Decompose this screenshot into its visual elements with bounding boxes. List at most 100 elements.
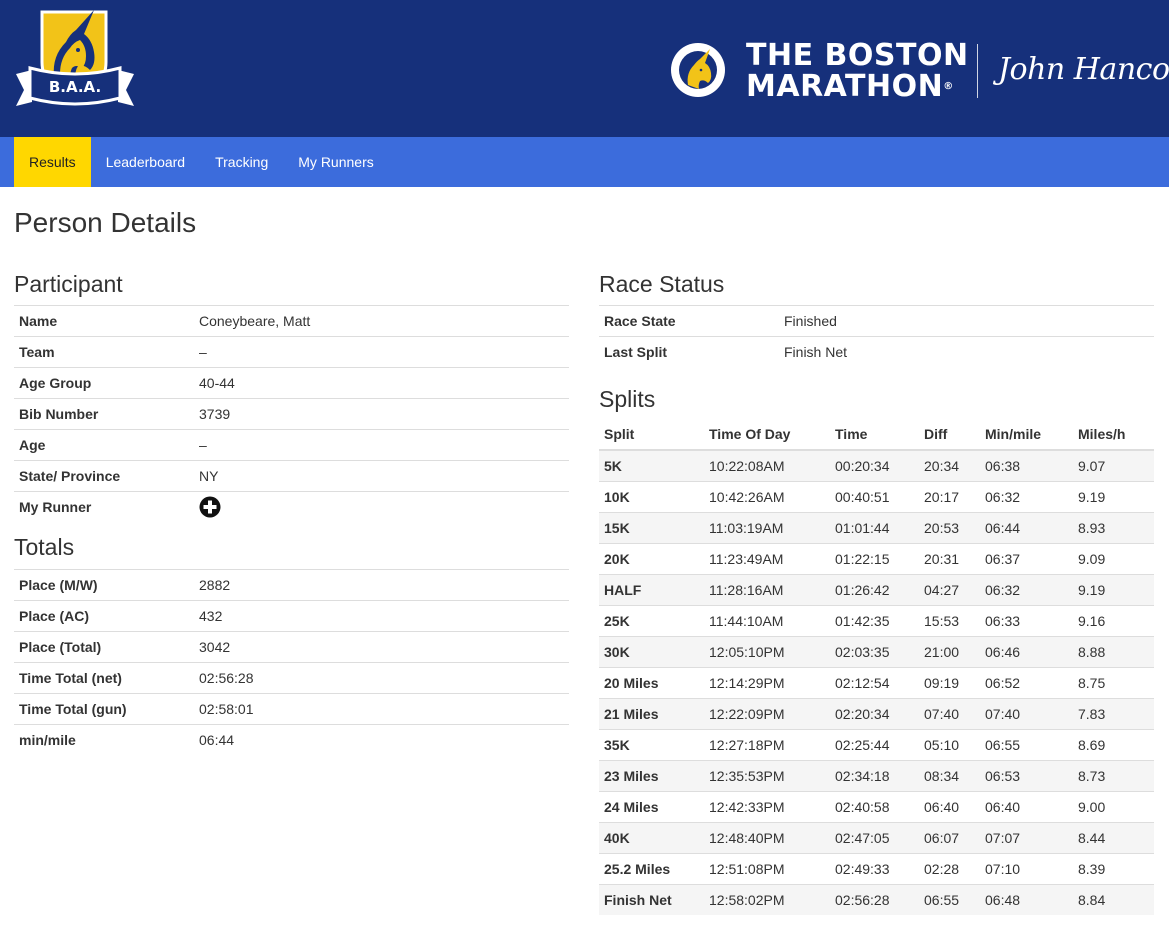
row-value: Finished — [779, 305, 1154, 337]
split-cell: 06:48 — [980, 884, 1073, 915]
split-name: 30K — [599, 636, 704, 668]
split-cell: 20:53 — [919, 512, 980, 544]
baa-unicorn-logo[interactable]: B.A.A. — [14, 6, 136, 118]
table-row: Finish Net 12:58:02PM 02:56:28 06:55 06:48 8.… — [599, 884, 1154, 915]
table-row: 21 Miles 12:22:09PM 02:20:34 07:40 07:40 7.83 — [599, 698, 1154, 730]
table-row: Time Total (net) 02:56:28 — [14, 662, 569, 694]
table-row: 25K 11:44:10AM 01:42:35 15:53 06:33 9.16 — [599, 605, 1154, 637]
table-row: 23 Miles 12:35:53PM 02:34:18 08:34 06:53 8.73 — [599, 760, 1154, 792]
row-value: 3739 — [194, 398, 569, 430]
row-label: State/ Province — [14, 460, 194, 492]
split-cell: 06:46 — [980, 636, 1073, 668]
column-header: Miles/h — [1073, 419, 1154, 451]
split-cell: 12:51:08PM — [704, 853, 830, 885]
table-row: 20 Miles 12:14:29PM 02:12:54 09:19 06:52 8.75 — [599, 667, 1154, 699]
row-value: 02:56:28 — [194, 662, 569, 694]
table-row: 20K 11:23:49AM 01:22:15 20:31 06:37 9.09 — [599, 543, 1154, 575]
row-value: 3042 — [194, 631, 569, 663]
split-cell: 20:34 — [919, 449, 980, 482]
nav-my-runners[interactable]: My Runners — [283, 137, 388, 187]
table-row: My Runner — [14, 491, 569, 522]
split-cell: 8.93 — [1073, 512, 1154, 544]
table-row: State/ Province NY — [14, 460, 569, 492]
table-row: min/mile 06:44 — [14, 724, 569, 755]
row-label: Age Group — [14, 367, 194, 399]
john-hancock-logo[interactable]: John Hancock — [998, 40, 1169, 100]
splits-title: Splits — [599, 386, 656, 412]
row-value — [194, 491, 569, 522]
table-row: Name Coneybeare, Matt — [14, 305, 569, 337]
split-cell: 12:48:40PM — [704, 822, 830, 854]
split-name: 24 Miles — [599, 791, 704, 823]
split-cell: 02:34:18 — [830, 760, 919, 792]
left-column: Participant Name Coneybeare, Matt Team – A… — [14, 269, 569, 755]
split-cell: 00:20:34 — [830, 449, 919, 482]
split-cell: 06:55 — [919, 884, 980, 915]
split-name: HALF — [599, 574, 704, 606]
split-cell: 9.00 — [1073, 791, 1154, 823]
split-cell: 06:52 — [980, 667, 1073, 699]
split-cell: 12:14:29PM — [704, 667, 830, 699]
boston-marathon-wordmark[interactable]: THE BOSTON MARATHON® — [746, 40, 969, 102]
race-status-section: Race Status Race State Finished Last Spli… — [599, 269, 1154, 367]
split-cell: 06:40 — [980, 791, 1073, 823]
split-cell: 08:34 — [919, 760, 980, 792]
split-cell: 06:38 — [980, 449, 1073, 482]
table-row: Team – — [14, 336, 569, 368]
nav-results[interactable]: Results — [14, 137, 91, 187]
split-cell: 06:33 — [980, 605, 1073, 637]
table-row: Last Split Finish Net — [599, 336, 1154, 367]
split-cell: 07:40 — [980, 698, 1073, 730]
split-name: 5K — [599, 449, 704, 482]
split-name: 40K — [599, 822, 704, 854]
split-cell: 9.07 — [1073, 449, 1154, 482]
split-cell: 10:42:26AM — [704, 481, 830, 513]
right-column: Race Status Race State Finished Last Spli… — [599, 269, 1154, 915]
split-cell: 7.83 — [1073, 698, 1154, 730]
split-cell: 9.09 — [1073, 543, 1154, 575]
table-row: Time Total (gun) 02:58:01 — [14, 693, 569, 725]
splits-table: Split Time Of Day Time Diff Min/mile Mil… — [599, 419, 1154, 915]
split-cell: 02:03:35 — [830, 636, 919, 668]
split-cell: 01:01:44 — [830, 512, 919, 544]
table-row: 10K 10:42:26AM 00:40:51 20:17 06:32 9.19 — [599, 481, 1154, 513]
split-cell: 02:49:33 — [830, 853, 919, 885]
split-cell: 06:55 — [980, 729, 1073, 761]
split-cell: 01:42:35 — [830, 605, 919, 637]
split-cell: 11:23:49AM — [704, 543, 830, 575]
trademark-mark: ® — [943, 81, 954, 92]
row-value: – — [194, 336, 569, 368]
table-row: Place (M/W) 2882 — [14, 569, 569, 601]
nav-tracking[interactable]: Tracking — [200, 137, 283, 187]
split-cell: 06:53 — [980, 760, 1073, 792]
split-cell: 01:26:42 — [830, 574, 919, 606]
table-row: 25.2 Miles 12:51:08PM 02:49:33 02:28 07:10 8.… — [599, 853, 1154, 885]
split-cell: 02:20:34 — [830, 698, 919, 730]
row-value: NY — [194, 460, 569, 492]
row-value: 06:44 — [194, 724, 569, 755]
split-cell: 12:42:33PM — [704, 791, 830, 823]
split-cell: 07:40 — [919, 698, 980, 730]
table-row: Race State Finished — [599, 305, 1154, 337]
nav-leaderboard[interactable]: Leaderboard — [91, 137, 200, 187]
table-row: Age Group 40-44 — [14, 367, 569, 399]
split-name: 25.2 Miles — [599, 853, 704, 885]
split-cell: 20:31 — [919, 543, 980, 575]
row-label: Last Split — [599, 336, 779, 367]
table-header-row: Split Time Of Day Time Diff Min/mile Mil… — [599, 419, 1154, 451]
column-header: Time — [830, 419, 919, 451]
table-row: Place (Total) 3042 — [14, 631, 569, 663]
row-label: Place (M/W) — [14, 569, 194, 601]
split-cell: 8.39 — [1073, 853, 1154, 885]
split-cell: 8.44 — [1073, 822, 1154, 854]
split-cell: 9.19 — [1073, 481, 1154, 513]
column-header: Time Of Day — [704, 419, 830, 451]
plus-circle-icon[interactable] — [199, 496, 221, 518]
split-cell: 8.73 — [1073, 760, 1154, 792]
participant-title: Participant — [14, 271, 123, 297]
split-cell: 00:40:51 — [830, 481, 919, 513]
split-cell: 11:03:19AM — [704, 512, 830, 544]
row-label: Time Total (gun) — [14, 693, 194, 725]
row-value: Coneybeare, Matt — [194, 305, 569, 337]
row-label: Race State — [599, 305, 779, 337]
